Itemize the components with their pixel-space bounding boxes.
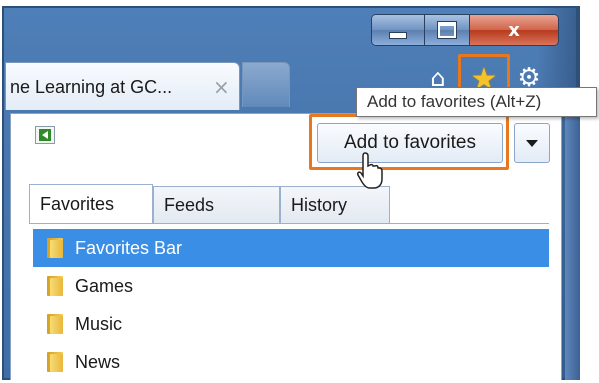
list-item[interactable]: News	[33, 343, 549, 381]
add-to-favorites-tooltip: Add to favorites (Alt+Z)	[356, 87, 597, 117]
tabs-divider	[29, 223, 549, 224]
frame-right-edge	[565, 110, 580, 380]
tab-history-label: History	[291, 195, 348, 215]
tab-feeds-label: Feeds	[164, 195, 215, 215]
minimize-icon	[389, 31, 407, 39]
list-item-label: Favorites Bar	[75, 237, 183, 258]
pin-arrow-graphic	[39, 129, 51, 141]
tab-title: ne Learning at GC...	[10, 77, 173, 97]
dropdown-arrow-icon	[526, 139, 538, 147]
favorites-center-panel: Add to favorites Favorites Feeds History…	[10, 113, 562, 380]
tab-favorites-label: Favorites	[40, 194, 115, 214]
minimize-button[interactable]	[372, 15, 425, 45]
close-icon: x	[508, 19, 520, 41]
pin-icon[interactable]	[35, 126, 55, 144]
add-to-favorites-button[interactable]: Add to favorites	[317, 123, 503, 163]
folder-icon	[47, 352, 63, 372]
maximize-icon	[437, 21, 457, 39]
add-to-favorites-dropdown[interactable]	[514, 123, 550, 163]
tab-history[interactable]: History	[280, 186, 390, 224]
tab-favorites[interactable]: Favorites	[29, 184, 153, 224]
maximize-button[interactable]	[425, 15, 470, 45]
folder-icon	[47, 314, 63, 334]
list-item[interactable]: Music	[33, 305, 549, 343]
tooltip-text: Add to favorites (Alt+Z)	[367, 92, 542, 111]
close-button[interactable]: x	[470, 15, 558, 45]
window-controls: x	[371, 14, 559, 46]
list-item-label: News	[75, 351, 121, 372]
browser-tab-active[interactable]: ne Learning at GC... ×	[5, 62, 240, 110]
folder-icon	[47, 238, 63, 258]
folder-icon	[47, 276, 63, 296]
list-item[interactable]: Games	[33, 267, 549, 305]
list-item-label: Games	[75, 275, 134, 296]
cursor-icon	[357, 152, 383, 189]
favorites-list: Favorites Bar Games Music News	[33, 229, 549, 381]
tab-feeds[interactable]: Feeds	[153, 186, 280, 224]
list-item[interactable]: Favorites Bar	[33, 229, 549, 267]
list-item-label: Music	[75, 313, 123, 334]
tab-close-icon[interactable]: ×	[213, 75, 230, 99]
new-tab-button[interactable]	[242, 62, 290, 107]
